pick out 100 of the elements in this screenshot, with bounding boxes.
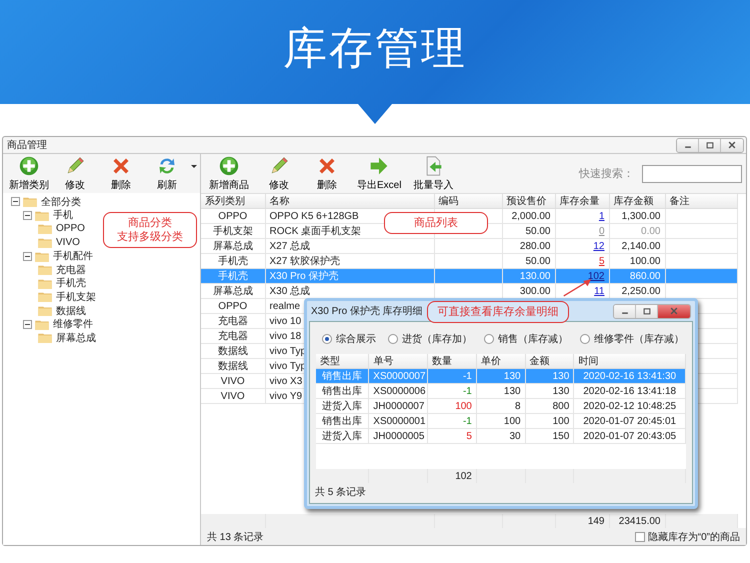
collapse-icon[interactable]: [11, 197, 20, 206]
table-cell: 8: [476, 398, 526, 414]
table-row[interactable]: 销售出库 XS0000001 -1 100 100 2020-01-07 20:45:01: [316, 414, 686, 428]
column-header[interactable]: 预设售价: [502, 194, 555, 208]
table-cell: 手机支架: [201, 224, 265, 238]
close-icon: [668, 306, 680, 316]
tree-item[interactable]: 手机壳: [55, 276, 87, 290]
column-header[interactable]: 系列类别: [201, 194, 265, 208]
search-field[interactable]: [642, 164, 742, 182]
toolbar-button[interactable]: 删除: [99, 156, 143, 192]
close-icon: [726, 140, 738, 150]
table-cell: -1: [428, 384, 476, 398]
toolbar-button[interactable]: 新增商品: [205, 156, 253, 192]
total-cell: 102: [428, 469, 476, 483]
table-cell: 130.00: [502, 268, 555, 284]
column-header[interactable]: 编码: [434, 194, 502, 208]
table-cell: 销售出库: [316, 414, 369, 428]
table-row[interactable]: 屏幕总成 X27 总成 280.00 12 2,140.00: [201, 238, 737, 254]
stock-link[interactable]: 1: [598, 210, 604, 222]
hide-zero-checkbox[interactable]: 隐藏库存为“0”的商品: [634, 530, 740, 544]
folder-icon: [38, 237, 52, 248]
annotation-arrow: [562, 278, 592, 298]
filter-radio[interactable]: 维修零件（库存减）: [580, 332, 684, 346]
table-row[interactable]: 手机壳 X30 Pro 保护壳 130.00 102 860.00: [201, 268, 737, 284]
column-header[interactable]: 单价: [476, 354, 526, 368]
window-title: 商品管理: [7, 138, 47, 152]
stock-link[interactable]: 12: [593, 240, 604, 252]
table-cell: 0.00: [609, 224, 665, 238]
tree-item[interactable]: VIVO: [55, 237, 81, 248]
tree-item[interactable]: 数据线: [55, 304, 87, 318]
restore-button[interactable]: [699, 138, 721, 152]
minimize-button[interactable]: [614, 304, 636, 318]
annotation-text: 支持多级分类: [117, 230, 183, 244]
close-button[interactable]: [721, 138, 743, 152]
tree-item[interactable]: 屏幕总成: [55, 330, 97, 345]
total-cell: 23415.00: [609, 514, 665, 528]
table-cell: 100: [476, 414, 526, 428]
table-cell: 30: [476, 428, 526, 444]
column-header[interactable]: 库存金额: [609, 194, 665, 208]
table-cell: XS0000001: [368, 414, 428, 428]
table-cell: XS0000007: [368, 368, 428, 384]
column-header[interactable]: 数量: [428, 354, 476, 368]
tree-item[interactable]: 手机支架: [55, 290, 97, 304]
toolbar-button[interactable]: 批量导入: [409, 156, 458, 192]
collapse-icon[interactable]: [23, 252, 32, 261]
filter-radio[interactable]: 销售（库存减）: [484, 332, 568, 346]
search-label: 快速搜索：: [579, 166, 634, 181]
toolbar-button[interactable]: 修改: [53, 156, 97, 192]
collapse-icon[interactable]: [23, 210, 32, 220]
tree-item[interactable]: OPPO: [55, 223, 86, 234]
column-header[interactable]: 库存余量: [555, 194, 609, 208]
table-cell: 2020-01-07 20:45:01: [574, 414, 686, 428]
table-cell: 150: [525, 428, 574, 444]
toolbar-button[interactable]: 删除: [305, 156, 349, 192]
tree-item[interactable]: 充电器: [55, 262, 87, 277]
table-row[interactable]: 进货入库 JH0000005 5 30 150 2020-01-07 20:43:05: [316, 428, 686, 444]
toolbar-button[interactable]: 刷新: [145, 156, 189, 192]
folder-icon: [35, 250, 49, 262]
cross-icon: [317, 156, 337, 176]
column-header[interactable]: 类型: [316, 354, 369, 368]
table-cell: 2,140.00: [609, 238, 665, 254]
folder-icon: [23, 196, 37, 208]
column-header[interactable]: 时间: [574, 354, 686, 368]
tree-item[interactable]: 维修零件: [52, 317, 94, 332]
table-cell: 2,000.00: [502, 208, 555, 224]
toolbar-button[interactable]: 导出Excel: [353, 156, 406, 192]
table-cell: 50.00: [502, 224, 555, 238]
folder-icon: [38, 332, 52, 344]
minimize-button[interactable]: [677, 138, 699, 152]
table-cell: 130: [476, 384, 526, 398]
table-cell: 800: [525, 398, 574, 414]
folder-icon: [38, 278, 52, 289]
table-cell: JH0000007: [368, 398, 428, 414]
toolbar-button[interactable]: 修改: [257, 156, 301, 192]
tree-item[interactable]: 手机配件: [52, 249, 94, 264]
stock-link[interactable]: 5: [598, 256, 604, 266]
column-header[interactable]: 名称: [265, 194, 434, 208]
restore-button[interactable]: [636, 304, 658, 318]
filter-radio[interactable]: 综合展示: [322, 332, 376, 346]
table-row[interactable]: 销售出库 XS0000006 -1 130 130 2020-02-16 13:41:18: [316, 384, 686, 398]
cross-icon: [111, 156, 131, 176]
column-header[interactable]: 金额: [525, 354, 574, 368]
table-cell: 130: [476, 368, 526, 384]
tree-item[interactable]: 全部分类: [40, 194, 82, 209]
folder-icon: [35, 318, 49, 330]
table-cell: X27 总成: [265, 238, 434, 254]
table-cell: -1: [428, 414, 476, 428]
table-cell: 2020-01-07 20:43:05: [574, 428, 686, 444]
dropdown-caret-icon[interactable]: [191, 165, 197, 168]
tree-item[interactable]: 手机: [52, 208, 74, 222]
close-button[interactable]: [658, 304, 690, 318]
table-cell: XS0000006: [368, 384, 428, 398]
pencil-icon: [65, 156, 85, 176]
table-cell: 860.00: [609, 268, 665, 284]
stock-link[interactable]: 11: [594, 286, 604, 296]
column-header[interactable]: 单号: [368, 354, 428, 368]
column-header[interactable]: 备注: [665, 194, 737, 208]
toolbar-button[interactable]: 新增类别: [7, 156, 51, 192]
table-row[interactable]: 进货入库 JH0000007 100 8 800 2020-02-12 10:48:25: [316, 398, 686, 414]
collapse-icon[interactable]: [23, 320, 32, 329]
